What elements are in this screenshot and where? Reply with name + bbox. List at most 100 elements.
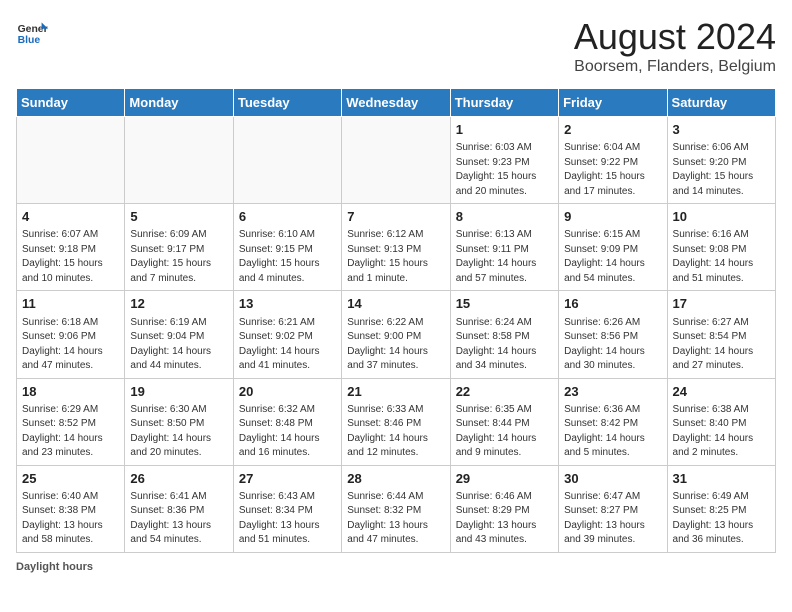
day-number: 29 (456, 470, 553, 488)
day-info: Sunrise: 6:06 AM Sunset: 9:20 PM Dayligh… (673, 141, 770, 199)
calendar-cell (233, 117, 341, 204)
page-subtitle: Boorsem, Flanders, Belgium (574, 58, 776, 76)
day-info: Sunrise: 6:04 AM Sunset: 9:22 PM Dayligh… (564, 141, 661, 199)
calendar-cell: 3 Sunrise: 6:06 AM Sunset: 9:20 PM Daylig… (667, 117, 775, 204)
calendar-cell: 16 Sunrise: 6:26 AM Sunset: 8:56 PM Dayli… (559, 291, 667, 378)
day-info: Sunrise: 6:41 AM Sunset: 8:36 PM Dayligh… (130, 490, 227, 548)
svg-text:Blue: Blue (18, 35, 41, 46)
day-number: 4 (22, 208, 119, 226)
day-number: 3 (673, 121, 770, 139)
day-info: Sunrise: 6:10 AM Sunset: 9:15 PM Dayligh… (239, 228, 336, 286)
calendar-cell: 17 Sunrise: 6:27 AM Sunset: 8:54 PM Dayli… (667, 291, 775, 378)
logo-icon: General Blue (16, 16, 48, 48)
day-info: Sunrise: 6:36 AM Sunset: 8:42 PM Dayligh… (564, 403, 661, 461)
calendar-table: SundayMondayTuesdayWednesdayThursdayFrid… (16, 88, 776, 553)
day-number: 10 (673, 208, 770, 226)
day-info: Sunrise: 6:19 AM Sunset: 9:04 PM Dayligh… (130, 316, 227, 374)
day-info: Sunrise: 6:15 AM Sunset: 9:09 PM Dayligh… (564, 228, 661, 286)
calendar-cell: 26 Sunrise: 6:41 AM Sunset: 8:36 PM Dayli… (125, 465, 233, 552)
day-number: 17 (673, 295, 770, 313)
day-number: 8 (456, 208, 553, 226)
calendar-cell: 18 Sunrise: 6:29 AM Sunset: 8:52 PM Dayli… (17, 378, 125, 465)
day-info: Sunrise: 6:43 AM Sunset: 8:34 PM Dayligh… (239, 490, 336, 548)
day-number: 1 (456, 121, 553, 139)
day-number: 26 (130, 470, 227, 488)
day-info: Sunrise: 6:27 AM Sunset: 8:54 PM Dayligh… (673, 316, 770, 374)
calendar-cell: 30Sunrise: 6:47 AM Sunset: 8:27 PM Dayli… (559, 465, 667, 552)
calendar-cell: 5 Sunrise: 6:09 AM Sunset: 9:17 PM Daylig… (125, 204, 233, 291)
day-number: 23 (564, 383, 661, 401)
day-info: Sunrise: 6:47 AM Sunset: 8:27 PM Dayligh… (564, 490, 661, 548)
calendar-cell: 9Sunrise: 6:15 AM Sunset: 9:09 PM Daylig… (559, 204, 667, 291)
calendar-cell (125, 117, 233, 204)
calendar-cell: 7Sunrise: 6:12 AM Sunset: 9:13 PM Daylig… (342, 204, 450, 291)
day-number: 15 (456, 295, 553, 313)
day-number: 25 (22, 470, 119, 488)
calendar-cell: 25 Sunrise: 6:40 AM Sunset: 8:38 PM Dayli… (17, 465, 125, 552)
calendar-cell: 27 Sunrise: 6:43 AM Sunset: 8:34 PM Dayli… (233, 465, 341, 552)
calendar-cell: 14Sunrise: 6:22 AM Sunset: 9:00 PM Dayli… (342, 291, 450, 378)
day-info: Sunrise: 6:46 AM Sunset: 8:29 PM Dayligh… (456, 490, 553, 548)
header-tuesday: Tuesday (233, 89, 341, 117)
header-friday: Friday (559, 89, 667, 117)
calendar-cell: 8 Sunrise: 6:13 AM Sunset: 9:11 PM Daylig… (450, 204, 558, 291)
title-block: August 2024 Boorsem, Flanders, Belgium (574, 16, 776, 76)
header-saturday: Saturday (667, 89, 775, 117)
calendar-header: SundayMondayTuesdayWednesdayThursdayFrid… (17, 89, 776, 117)
day-info: Sunrise: 6:12 AM Sunset: 9:13 PM Dayligh… (347, 228, 444, 286)
day-info: Sunrise: 6:35 AM Sunset: 8:44 PM Dayligh… (456, 403, 553, 461)
day-info: Sunrise: 6:03 AM Sunset: 9:23 PM Dayligh… (456, 141, 553, 199)
calendar-cell: 21Sunrise: 6:33 AM Sunset: 8:46 PM Dayli… (342, 378, 450, 465)
page-title: August 2024 (574, 16, 776, 58)
day-info: Sunrise: 6:13 AM Sunset: 9:11 PM Dayligh… (456, 228, 553, 286)
day-number: 28 (347, 470, 444, 488)
day-number: 11 (22, 295, 119, 313)
week-row-1: 1 Sunrise: 6:03 AM Sunset: 9:23 PM Daylig… (17, 117, 776, 204)
day-number: 18 (22, 383, 119, 401)
day-info: Sunrise: 6:07 AM Sunset: 9:18 PM Dayligh… (22, 228, 119, 286)
day-info: Sunrise: 6:21 AM Sunset: 9:02 PM Dayligh… (239, 316, 336, 374)
week-row-4: 18 Sunrise: 6:29 AM Sunset: 8:52 PM Dayli… (17, 378, 776, 465)
day-number: 2 (564, 121, 661, 139)
day-number: 5 (130, 208, 227, 226)
calendar-cell: 4 Sunrise: 6:07 AM Sunset: 9:18 PM Daylig… (17, 204, 125, 291)
day-number: 6 (239, 208, 336, 226)
day-info: Sunrise: 6:16 AM Sunset: 9:08 PM Dayligh… (673, 228, 770, 286)
day-info: Sunrise: 6:40 AM Sunset: 8:38 PM Dayligh… (22, 490, 119, 548)
day-info: Sunrise: 6:49 AM Sunset: 8:25 PM Dayligh… (673, 490, 770, 548)
calendar-cell: 24 Sunrise: 6:38 AM Sunset: 8:40 PM Dayli… (667, 378, 775, 465)
calendar-cell: 2 Sunrise: 6:04 AM Sunset: 9:22 PM Daylig… (559, 117, 667, 204)
day-info: Sunrise: 6:09 AM Sunset: 9:17 PM Dayligh… (130, 228, 227, 286)
week-row-3: 11Sunrise: 6:18 AM Sunset: 9:06 PM Dayli… (17, 291, 776, 378)
day-number: 27 (239, 470, 336, 488)
day-number: 14 (347, 295, 444, 313)
calendar-cell: 13Sunrise: 6:21 AM Sunset: 9:02 PM Dayli… (233, 291, 341, 378)
day-info: Sunrise: 6:30 AM Sunset: 8:50 PM Dayligh… (130, 403, 227, 461)
calendar-body: 1 Sunrise: 6:03 AM Sunset: 9:23 PM Daylig… (17, 117, 776, 553)
day-number: 12 (130, 295, 227, 313)
day-info: Sunrise: 6:44 AM Sunset: 8:32 PM Dayligh… (347, 490, 444, 548)
calendar-header-row: SundayMondayTuesdayWednesdayThursdayFrid… (17, 89, 776, 117)
calendar-cell: 10 Sunrise: 6:16 AM Sunset: 9:08 PM Dayli… (667, 204, 775, 291)
day-info: Sunrise: 6:29 AM Sunset: 8:52 PM Dayligh… (22, 403, 119, 461)
week-row-2: 4 Sunrise: 6:07 AM Sunset: 9:18 PM Daylig… (17, 204, 776, 291)
calendar-cell: 12 Sunrise: 6:19 AM Sunset: 9:04 PM Dayli… (125, 291, 233, 378)
day-info: Sunrise: 6:38 AM Sunset: 8:40 PM Dayligh… (673, 403, 770, 461)
calendar-cell: 15Sunrise: 6:24 AM Sunset: 8:58 PM Dayli… (450, 291, 558, 378)
day-number: 16 (564, 295, 661, 313)
day-info: Sunrise: 6:26 AM Sunset: 8:56 PM Dayligh… (564, 316, 661, 374)
calendar-cell: 28 Sunrise: 6:44 AM Sunset: 8:32 PM Dayli… (342, 465, 450, 552)
day-info: Sunrise: 6:33 AM Sunset: 8:46 PM Dayligh… (347, 403, 444, 461)
calendar-cell: 19Sunrise: 6:30 AM Sunset: 8:50 PM Dayli… (125, 378, 233, 465)
calendar-cell: 31 Sunrise: 6:49 AM Sunset: 8:25 PM Dayli… (667, 465, 775, 552)
footer-label: Daylight hours (16, 561, 93, 573)
header-monday: Monday (125, 89, 233, 117)
calendar-cell: 29 Sunrise: 6:46 AM Sunset: 8:29 PM Dayli… (450, 465, 558, 552)
day-number: 24 (673, 383, 770, 401)
calendar-cell: 22 Sunrise: 6:35 AM Sunset: 8:44 PM Dayli… (450, 378, 558, 465)
header-wednesday: Wednesday (342, 89, 450, 117)
page-header: General Blue August 2024 Boorsem, Flande… (16, 16, 776, 76)
calendar-cell: 1 Sunrise: 6:03 AM Sunset: 9:23 PM Daylig… (450, 117, 558, 204)
day-number: 31 (673, 470, 770, 488)
day-number: 22 (456, 383, 553, 401)
